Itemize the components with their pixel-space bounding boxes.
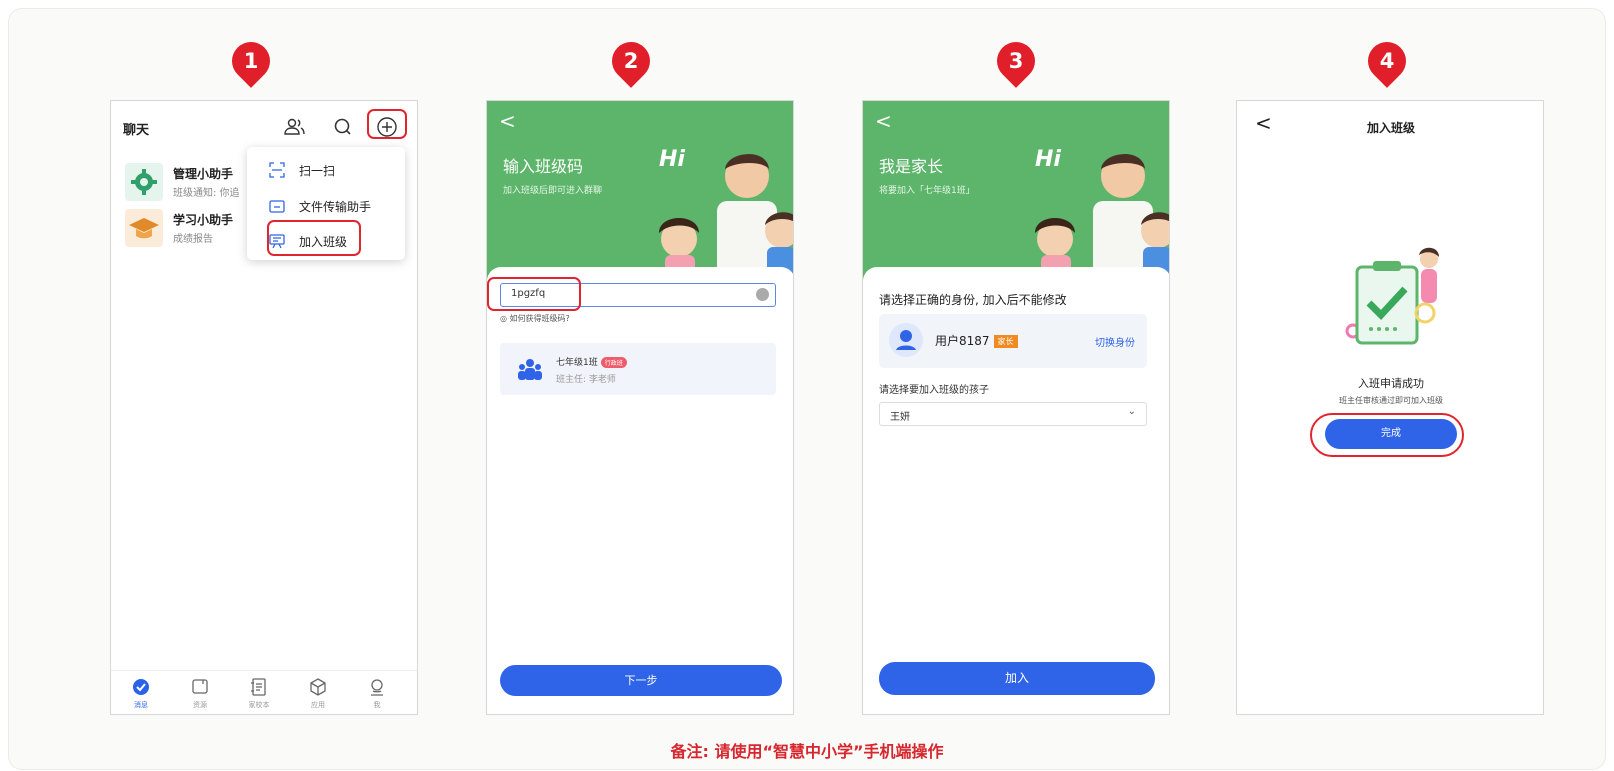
tab-label: 资源	[193, 701, 207, 709]
phone-screen-chat: 聊天 管理小助手 班级通知: 你追 学习小助手 成绩报告 扫一扫 文件传输助手 …	[110, 100, 418, 715]
tab-notebook[interactable]: 家校本	[239, 677, 279, 713]
back-icon[interactable]: <	[499, 109, 516, 133]
tab-label: 应用	[311, 701, 325, 709]
tab-label: 消息	[134, 701, 148, 709]
class-group-icon	[518, 359, 542, 380]
folder-icon	[269, 200, 285, 213]
page-title: 加入班级	[1366, 121, 1415, 135]
chat-name: 学习小助手	[173, 213, 234, 227]
step-marker-1: 1	[224, 34, 278, 88]
notebook-icon	[251, 678, 266, 696]
chat-name: 管理小助手	[173, 167, 234, 181]
user-name: 用户8187 家长	[935, 332, 1018, 349]
menu-item-label: 扫一扫	[299, 164, 336, 178]
switch-identity-link[interactable]: 切换身份	[1095, 334, 1135, 349]
highlight-add-button	[367, 109, 407, 139]
highlight-done-button	[1310, 413, 1464, 457]
user-identity-card: 用户8187 家长 切换身份	[879, 314, 1147, 368]
sheet	[487, 267, 793, 714]
clear-icon[interactable]	[756, 288, 769, 301]
chevron-down-icon: ⌄	[1127, 406, 1136, 417]
highlight-code-input	[487, 277, 581, 311]
chat-preview: 成绩报告	[173, 234, 213, 245]
banner-subtitle: 将要加入「七年级1班」	[879, 186, 975, 196]
tab-resources[interactable]: 资源	[180, 677, 220, 713]
tab-label: 我	[373, 701, 381, 709]
resource-icon	[192, 679, 208, 694]
tab-messages[interactable]: 消息	[121, 677, 161, 713]
contacts-icon[interactable]	[283, 115, 307, 139]
how-to-get-code-link[interactable]: ◎ 如何获得班级码?	[500, 313, 570, 324]
green-banner: < 我是家长 将要加入「七年级1班」 Hi	[863, 101, 1169, 281]
step-marker-2: 2	[604, 34, 658, 88]
child-select[interactable]: 王妍 ⌄	[879, 402, 1147, 426]
scan-icon	[269, 162, 285, 178]
identity-question: 请选择正确的身份, 加入后不能修改	[879, 293, 1067, 307]
menu-item-label: 文件传输助手	[299, 200, 372, 214]
success-illustration	[1345, 247, 1439, 345]
banner-subtitle: 加入班级后即可进入群聊	[503, 186, 603, 196]
graduation-cap-icon	[125, 209, 163, 247]
highlight-join-class	[267, 220, 361, 256]
next-button[interactable]: 下一步	[500, 665, 782, 696]
add-menu: 扫一扫 文件传输助手 加入班级	[247, 147, 405, 260]
link-text: 如何获得班级码?	[509, 314, 570, 323]
phone-screen-class-code: < 输入班级码 加入班级后即可进入群聊 Hi 1pgzfq ◎ 如何获得班级码?…	[486, 100, 794, 715]
phone-screen-parent-identity: < 我是家长 将要加入「七年级1班」 Hi 请选择正确的身份, 加入后不能修改 …	[862, 100, 1170, 715]
illustration-family	[1035, 153, 1169, 281]
class-type-badge: 行政班	[600, 357, 627, 368]
tab-profile[interactable]: 我	[357, 677, 397, 713]
step-marker-4: 4	[1360, 34, 1414, 88]
join-button[interactable]: 加入	[879, 662, 1155, 695]
profile-icon	[371, 679, 383, 696]
child-select-label: 请选择要加入班级的孩子	[879, 385, 989, 396]
bottom-tab-bar: 消息 资源 家校本 应用 我	[111, 670, 417, 714]
class-result-card[interactable]: 七年级1班 行政班 班主任: 李老师	[500, 343, 776, 395]
footnote: 备注: 请使用“智慧中小学”手机端操作	[670, 742, 944, 761]
help-icon: ◎	[500, 314, 510, 323]
chat-preview: 班级通知: 你追	[173, 188, 240, 199]
search-icon[interactable]	[331, 115, 355, 139]
class-teacher: 班主任: 李老师	[556, 375, 616, 385]
banner-title: 输入班级码	[503, 157, 584, 176]
banner-title: 我是家长	[879, 157, 944, 176]
tab-apps[interactable]: 应用	[298, 677, 338, 713]
back-icon[interactable]: <	[875, 109, 892, 133]
class-name: 七年级1班 行政班	[556, 355, 627, 368]
role-badge: 家长	[993, 335, 1018, 348]
tab-label: 家校本	[248, 701, 270, 709]
menu-item-scan[interactable]: 扫一扫	[247, 153, 405, 187]
phone-screen-join-success: < 加入班级 入班申请成功 班主任审核通过即可加入班级 完成	[1236, 100, 1544, 715]
step-marker-3: 3	[989, 34, 1043, 88]
green-banner: < 输入班级码 加入班级后即可进入群聊 Hi	[487, 101, 793, 281]
avatar	[889, 323, 923, 357]
message-icon	[133, 679, 149, 695]
menu-item-file-transfer[interactable]: 文件传输助手	[247, 189, 405, 223]
success-message: 入班申请成功	[1358, 377, 1424, 390]
success-subtext: 班主任审核通过即可加入班级	[1339, 396, 1443, 405]
page-title: 聊天	[123, 123, 150, 138]
apps-icon	[310, 678, 326, 696]
illustration-family	[659, 153, 793, 281]
gear-icon	[125, 163, 163, 201]
child-select-value: 王妍	[890, 412, 910, 423]
